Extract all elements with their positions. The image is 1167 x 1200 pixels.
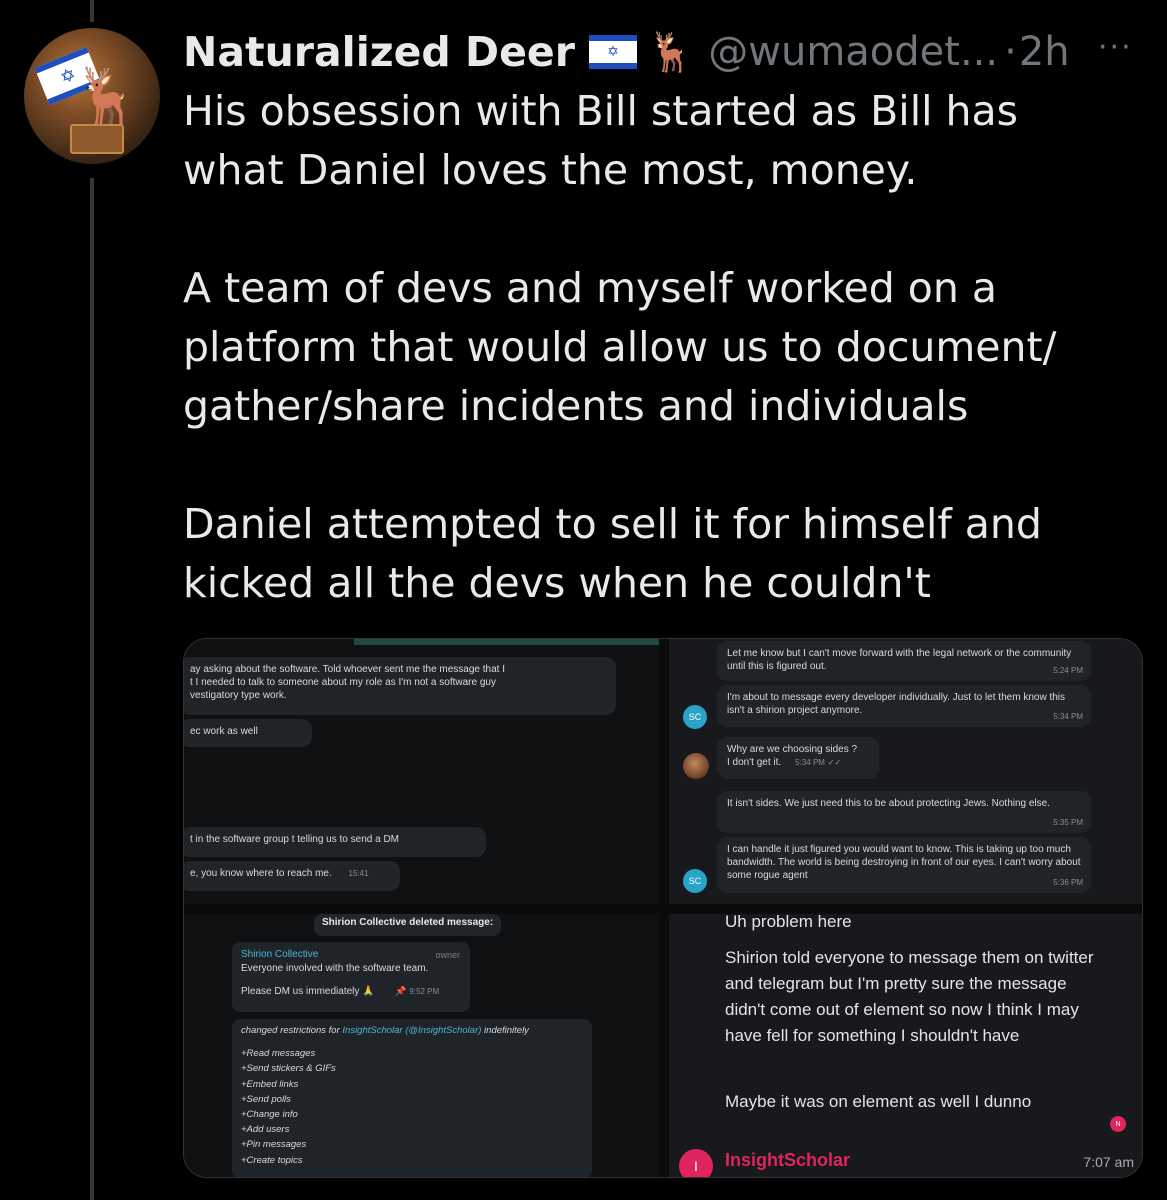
message-time: 5:36 PM — [1053, 878, 1083, 887]
avatar: I — [679, 1149, 713, 1177]
permission-item: +Read messages — [241, 1048, 316, 1060]
user-link[interactable]: (@InsightScholar) — [405, 1025, 481, 1036]
user-handle[interactable]: @wumaodet... — [708, 29, 998, 75]
tweet-line: what Daniel loves the most, money. — [183, 146, 918, 194]
message-time: 5:34 PM — [1053, 712, 1083, 721]
tweet-text: His obsession with Bill started as Bill … — [183, 82, 1143, 613]
message-time: 5:24 PM — [1053, 666, 1083, 675]
chat-text: I can handle it just figured you would w… — [727, 844, 1081, 881]
chat-text: Let me know but I can't move forward wit… — [727, 648, 1072, 672]
chat-text: t I needed to talk to someone about my r… — [190, 677, 496, 688]
message-time: 7:07 am — [1083, 1154, 1134, 1170]
restrictions-notice: changed restrictions for InsightScholar … — [232, 1019, 592, 1177]
permission-item: +Pin messages — [241, 1139, 307, 1151]
chat-text: e, you know where to reach me. — [190, 868, 332, 879]
chat-bubble: Why are we choosing sides ? I don't get … — [717, 737, 879, 779]
chat-bubble: ay asking about the software. Told whoev… — [184, 657, 616, 715]
permission-item: +Add users — [241, 1124, 290, 1136]
message-time: 15:41 — [348, 869, 369, 878]
more-options-icon[interactable]: ··· — [1098, 30, 1133, 65]
tweet-line: His obsession with Bill started as Bill … — [183, 87, 1018, 135]
book-icon — [70, 124, 124, 154]
media-image-grid[interactable]: ay asking about the software. Told whoev… — [183, 638, 1143, 1178]
notification-badge: N — [1110, 1116, 1126, 1132]
permission-item: +Change info — [241, 1109, 298, 1121]
screenshot-panel-1[interactable]: ay asking about the software. Told whoev… — [184, 639, 659, 904]
chat-text: indefinitely — [481, 1025, 529, 1036]
chat-bubble: I'm about to message every developer ind… — [717, 685, 1091, 727]
chat-bubble: Let me know but I can't move forward wit… — [717, 641, 1091, 681]
chat-bubble: t in the software group t telling us to … — [184, 827, 486, 857]
permission-item: +Send polls — [241, 1093, 291, 1105]
user-link[interactable]: InsightScholar — [342, 1025, 402, 1036]
israel-flag-icon: ✡ — [588, 35, 637, 69]
chat-text: Everyone involved with the software team… — [241, 963, 429, 974]
avatar — [683, 753, 709, 779]
chat-text: Maybe it was on element as well I dunno — [725, 1092, 1032, 1111]
divider — [354, 639, 659, 645]
permission-item: +Create topics — [241, 1154, 303, 1166]
tweet-header: Naturalized Deer ✡ 🦌 @wumaodet... · 2h — [183, 22, 1070, 82]
chat-text: ay asking about the software. Told whoev… — [190, 664, 505, 675]
sender-name[interactable]: InsightScholar — [725, 1150, 850, 1171]
chat-text: Why are we choosing sides ? — [727, 744, 858, 755]
deer-icon: 🦌 — [72, 65, 142, 130]
screenshot-panel-4[interactable]: Uh problem here Shirion told everyone to… — [669, 914, 1142, 1177]
avatar[interactable]: ✡ 🦌 — [24, 28, 160, 164]
display-name[interactable]: Naturalized Deer — [183, 28, 575, 76]
chat-text: Shirion told everyone to message them on… — [725, 948, 1094, 1045]
sender-name: Shirion Collective — [241, 949, 319, 960]
deleted-message-label: Shirion Collective deleted message: — [314, 914, 502, 936]
chat-text: ec work as well — [190, 726, 258, 737]
thread-line — [90, 178, 94, 1200]
tweet-line: platform that would allow us to document… — [183, 323, 1057, 371]
chat-text: I'm about to message every developer ind… — [727, 692, 1066, 716]
tweet-line: A team of devs and myself worked on a — [183, 264, 998, 312]
chat-text: t in the software group t telling us to … — [190, 834, 399, 845]
avatar: SC — [683, 705, 707, 729]
pin-icon: 📌 — [395, 986, 407, 996]
tweet-line: Daniel attempted to sell it for himself … — [183, 500, 1042, 548]
chat-bubble: It isn't sides. We just need this to be … — [717, 791, 1091, 833]
message-time: 5:34 PM — [795, 758, 825, 767]
chat-text: Uh problem here — [725, 914, 852, 931]
screenshot-panel-2[interactable]: Let me know but I can't move forward wit… — [669, 639, 1142, 904]
message-time: 5:35 PM — [1053, 818, 1083, 827]
tweet-line: kicked all the devs when he couldn't — [183, 559, 931, 607]
role-badge: owner — [435, 950, 460, 960]
read-check-icon: ✓✓ — [827, 758, 842, 767]
chat-text: It isn't sides. We just need this to be … — [727, 798, 1051, 809]
message-time: 9:52 PM — [409, 987, 440, 996]
separator: · — [1004, 29, 1017, 75]
chat-text: vestigatory type work. — [190, 690, 287, 701]
chat-text: Please DM us immediately 🙏 — [241, 986, 375, 997]
timestamp[interactable]: 2h — [1019, 29, 1070, 75]
chat-bubble: e, you know where to reach me. 15:41 — [184, 861, 400, 891]
deer-icon: 🦌 — [646, 29, 695, 74]
permission-item: +Embed links — [241, 1078, 299, 1090]
avatar: SC — [683, 869, 707, 893]
chat-text: I don't get it. — [727, 757, 782, 768]
permission-item: +Send stickers & GIFs — [241, 1063, 336, 1075]
chat-bubble: I can handle it just figured you would w… — [717, 837, 1091, 893]
screenshot-panel-3[interactable]: Shirion Collective deleted message: Shir… — [184, 914, 659, 1177]
tweet-line: gather/share incidents and individuals — [183, 382, 969, 430]
chat-bubble: ec work as well — [184, 719, 312, 747]
thread-line-top — [90, 0, 94, 22]
chat-text: changed restrictions for — [241, 1025, 343, 1036]
chat-bubble: Shirion Collective owner Everyone involv… — [232, 942, 470, 1012]
